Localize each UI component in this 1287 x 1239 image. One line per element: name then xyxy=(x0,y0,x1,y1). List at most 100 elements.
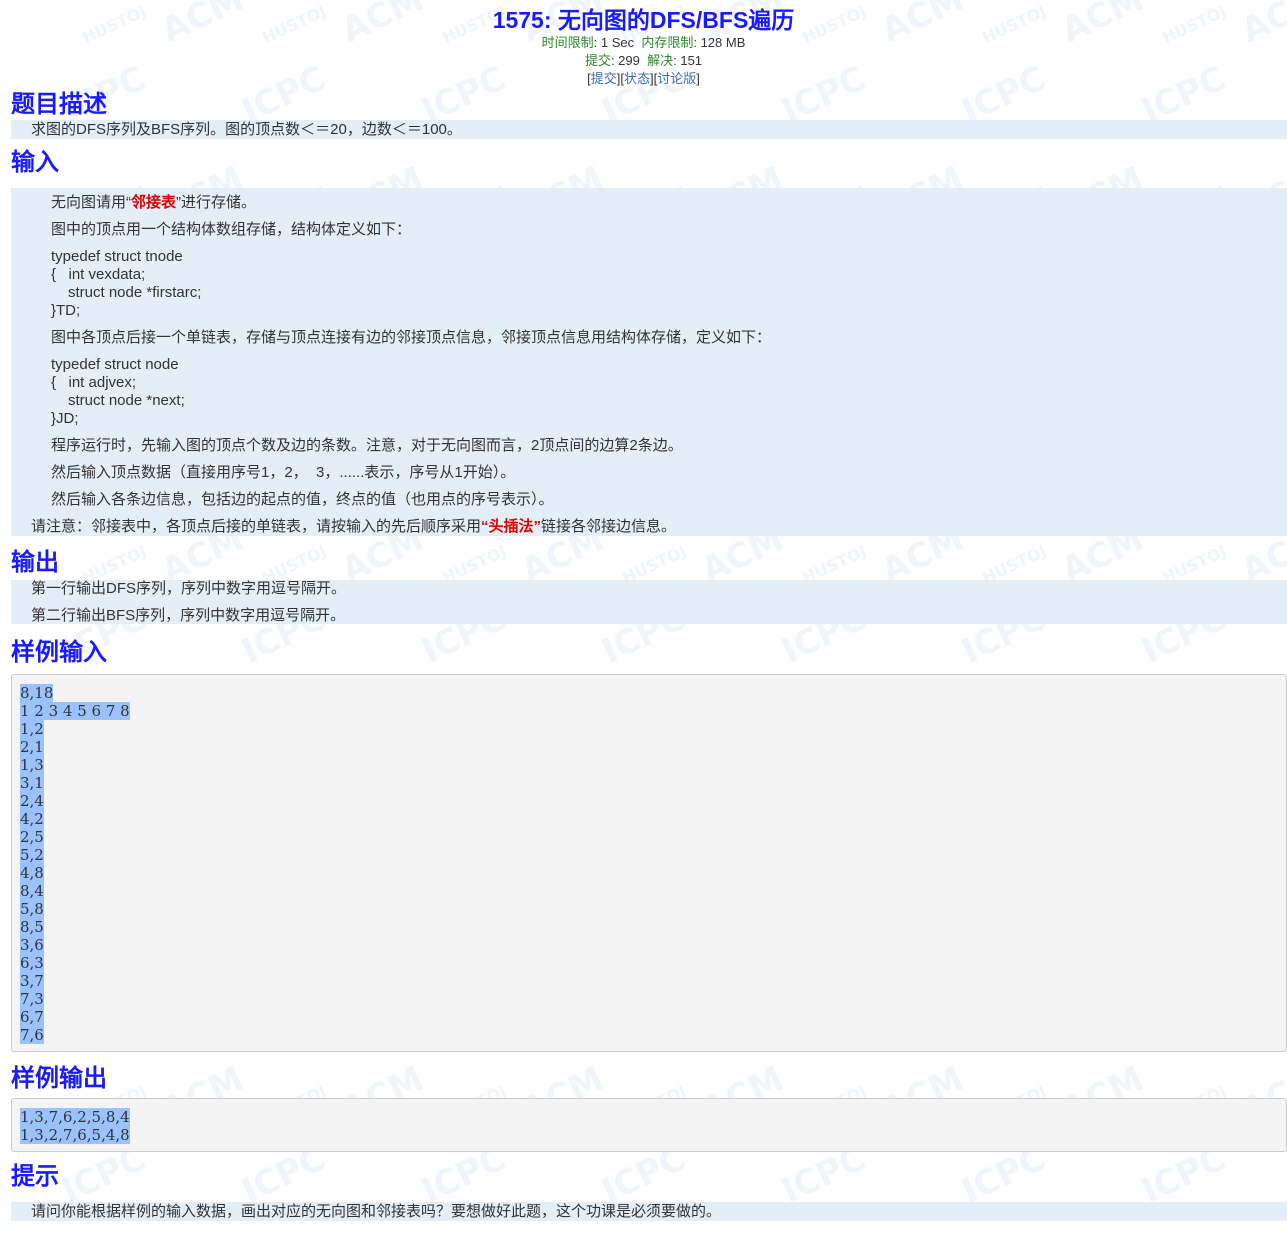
hint-heading: 提示 xyxy=(11,1163,59,1190)
code-line: struct node *firstarc; xyxy=(68,284,202,301)
sample-output-line-text: 1,3,2,7,6,5,4,8 xyxy=(20,1126,130,1144)
sample-input-line: 7,6 xyxy=(20,1026,1278,1044)
code-line: typedef struct node xyxy=(51,356,179,373)
sample-input-line-text: 2,4 xyxy=(20,792,44,810)
sample-input-line: 4,2 xyxy=(20,810,1278,828)
sample-input-line-text: 1,3 xyxy=(20,756,44,774)
hint-text: 请问你能根据样例的输入数据，画出对应的无向图和邻接表吗？要想做好此题，这个功课是… xyxy=(11,1202,1287,1221)
sample-input-line-text: 7,6 xyxy=(20,1026,44,1044)
sample-input-lines: 8,18 1 2 3 4 5 6 7 8 1,2 2,1 1,3 3,1 2,4 4,2 2,5… xyxy=(20,684,1278,1044)
code-block-node: typedef struct node { int adjvex; struct… xyxy=(11,356,1287,428)
input-heading: 输入 xyxy=(11,149,59,176)
code-line: typedef struct tnode xyxy=(51,248,183,265)
input-paragraph: 然后输入顶点数据（直接用序号1，2， 3，......表示，序号从1开始）。 xyxy=(51,464,516,481)
highlight-head-insert: “头插法” xyxy=(481,518,542,535)
sample-output-heading: 样例输出 xyxy=(11,1065,107,1092)
sample-input-line-text: 4,8 xyxy=(20,864,44,882)
code-line: }TD; xyxy=(51,302,81,319)
sample-output-line-text: 1,3,7,6,2,5,8,4 xyxy=(20,1108,130,1126)
sample-input-line: 2,5 xyxy=(20,828,1278,846)
input-text: ”进行存储。 xyxy=(176,194,257,211)
sample-input-line-text: 6,3 xyxy=(20,954,44,972)
sample-input-line-text: 1,2 xyxy=(20,720,44,738)
submit-count-value: : 299 xyxy=(610,53,640,68)
sample-input-line: 3,6 xyxy=(20,936,1278,954)
time-limit-label: 时间限制 xyxy=(541,35,594,50)
code-line: { int vexdata; xyxy=(51,266,146,283)
output-line: 第二行输出BFS序列，序列中数字用逗号隔开。 xyxy=(31,607,346,624)
limits-line: 时间限制: 1 Sec 内存限制: 128 MB xyxy=(0,34,1287,52)
sample-input-line: 5,2 xyxy=(20,846,1278,864)
problem-title: 1575: 无向图的DFS/BFS遍历 xyxy=(492,7,795,33)
sample-input-line-text: 3,1 xyxy=(20,774,44,792)
sample-input-line: 1,3 xyxy=(20,756,1278,774)
sample-input-line: 2,4 xyxy=(20,792,1278,810)
sample-input-line: 1 2 3 4 5 6 7 8 xyxy=(20,702,1278,720)
sample-input-line-text: 7,3 xyxy=(20,990,44,1008)
problem-header: 1575: 无向图的DFS/BFS遍历 时间限制: 1 Sec 内存限制: 12… xyxy=(0,0,1287,88)
description-heading: 题目描述 xyxy=(11,91,107,118)
memory-limit-value: : 128 MB xyxy=(693,35,746,50)
output-line: 第一行输出DFS序列，序列中数字用逗号隔开。 xyxy=(31,580,347,597)
sample-output-line: 1,3,7,6,2,5,8,4 xyxy=(20,1108,1278,1126)
sample-input-line: 6,3 xyxy=(20,954,1278,972)
sample-input-line-text: 2,5 xyxy=(20,828,44,846)
submit-count-label: 提交 xyxy=(584,53,611,68)
sample-input-line-text: 3,6 xyxy=(20,936,44,954)
problem-links: [提交][状态][讨论版] xyxy=(0,70,1287,88)
input-text: 无向图请用“ xyxy=(51,194,131,211)
sample-input-line-text: 5,8 xyxy=(20,900,44,918)
input-paragraph: 图中各顶点后接一个单链表，存储与顶点连接有边的邻接顶点信息，邻接顶点信息用结构体… xyxy=(51,329,772,346)
code-block-tnode: typedef struct tnode { int vexdata; stru… xyxy=(11,248,1287,320)
sample-output-block: 1,3,7,6,2,5,8,4 1,3,2,7,6,5,4,8 xyxy=(11,1098,1287,1152)
input-paragraph: 图中的顶点用一个结构体数组存储，结构体定义如下： xyxy=(51,221,412,238)
sample-input-line-text: 3,7 xyxy=(20,972,44,990)
input-description: 无向图请用“邻接表”进行存储。 图中的顶点用一个结构体数组存储，结构体定义如下：… xyxy=(11,188,1287,536)
solved-count-value: : 151 xyxy=(673,53,703,68)
sample-input-line: 8,4 xyxy=(20,882,1278,900)
sample-input-line-text: 8,5 xyxy=(20,918,44,936)
sample-input-block: 8,18 1 2 3 4 5 6 7 8 1,2 2,1 1,3 3,1 2,4 4,2 2,5… xyxy=(11,674,1287,1052)
sample-input-line-text: 2,1 xyxy=(20,738,44,756)
code-line: struct node *next; xyxy=(68,392,185,409)
sample-input-line: 8,18 xyxy=(20,684,1278,702)
sample-input-line: 1,2 xyxy=(20,720,1278,738)
submit-link[interactable]: 提交 xyxy=(591,71,617,86)
input-paragraph: 无向图请用“邻接表”进行存储。 xyxy=(11,194,1287,212)
sample-input-line: 8,5 xyxy=(20,918,1278,936)
input-paragraph: 程序运行时，先输入图的顶点个数及边的条数。注意，对于无向图而言，2顶点间的边算2… xyxy=(51,437,683,454)
note-text: 链接各邻接边信息。 xyxy=(541,518,677,535)
sample-input-line-text: 1 2 3 4 5 6 7 8 xyxy=(20,702,130,720)
output-description: 第一行输出DFS序列，序列中数字用逗号隔开。 第二行输出BFS序列，序列中数字用… xyxy=(11,580,1287,624)
code-line: { int adjvex; xyxy=(51,374,137,391)
sample-input-line: 5,8 xyxy=(20,900,1278,918)
sample-input-line: 3,7 xyxy=(20,972,1278,990)
status-link[interactable]: 状态 xyxy=(624,71,650,86)
sample-input-line: 4,8 xyxy=(20,864,1278,882)
input-note: 请注意：邻接表中，各顶点后接的单链表，请按输入的先后顺序采用“头插法”链接各邻接… xyxy=(11,518,1287,536)
sample-input-line-text: 5,2 xyxy=(20,846,44,864)
note-text: 请注意：邻接表中，各顶点后接的单链表，请按输入的先后顺序采用 xyxy=(31,518,482,535)
sample-input-line-text: 6,7 xyxy=(20,1008,44,1026)
sample-input-line: 6,7 xyxy=(20,1008,1278,1026)
sample-input-line: 7,3 xyxy=(20,990,1278,1008)
bracket: ] xyxy=(696,71,700,86)
sample-input-line: 2,1 xyxy=(20,738,1278,756)
output-heading: 输出 xyxy=(11,549,59,576)
sample-output-lines: 1,3,7,6,2,5,8,4 1,3,2,7,6,5,4,8 xyxy=(20,1108,1278,1144)
sample-input-line-text: 8,18 xyxy=(20,684,54,702)
discuss-link[interactable]: 讨论版 xyxy=(657,71,696,86)
sample-input-line-text: 4,2 xyxy=(20,810,44,828)
sample-output-line: 1,3,2,7,6,5,4,8 xyxy=(20,1126,1278,1144)
solved-count-label: 解决 xyxy=(647,53,674,68)
stats-line: 提交: 299 解决: 151 xyxy=(0,52,1287,70)
description-text: 求图的DFS序列及BFS序列。图的顶点数＜＝20，边数＜＝100。 xyxy=(11,120,1287,139)
sample-input-heading: 样例输入 xyxy=(11,639,107,666)
highlight-adjacency-list: 邻接表 xyxy=(131,194,177,211)
memory-limit-label: 内存限制 xyxy=(641,35,694,50)
sample-input-line-text: 8,4 xyxy=(20,882,44,900)
code-line: }JD; xyxy=(51,410,79,427)
input-paragraph: 然后输入各条边信息，包括边的起点的值，终点的值（也用点的序号表示）。 xyxy=(51,491,554,508)
sample-input-line: 3,1 xyxy=(20,774,1278,792)
time-limit-value: : 1 Sec xyxy=(593,35,635,50)
